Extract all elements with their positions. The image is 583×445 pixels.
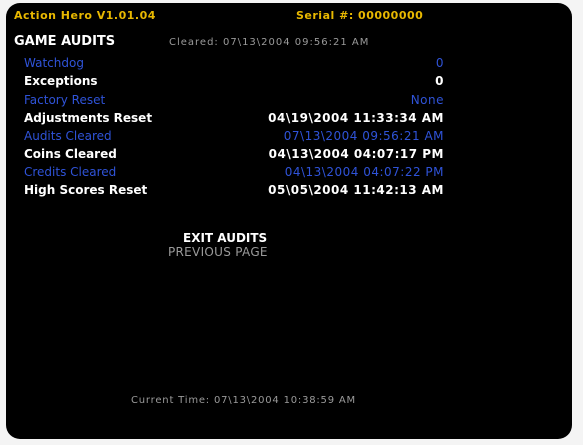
audit-label: Factory Reset: [24, 93, 106, 107]
audit-label: Credits Cleared: [24, 165, 117, 179]
audit-row-adjustments-reset[interactable]: Adjustments Reset 04\19\2004 11:33:34 AM: [24, 111, 444, 130]
audit-label: Watchdog: [24, 56, 84, 70]
audit-label: Exceptions: [24, 74, 98, 88]
audit-row-exceptions[interactable]: Exceptions 0: [24, 74, 444, 93]
audit-row-high-scores-reset[interactable]: High Scores Reset 05\05\2004 11:42:13 AM: [24, 183, 444, 202]
audit-row-credits-cleared[interactable]: Credits Cleared 04\13\2004 04:07:22 PM: [24, 165, 444, 184]
previous-page-menu-item[interactable]: PREVIOUS PAGE: [168, 245, 268, 259]
audit-label: Adjustments Reset: [24, 111, 153, 125]
audit-row-coins-cleared[interactable]: Coins Cleared 04\13\2004 04:07:17 PM: [24, 147, 444, 166]
serial-number: Serial #: 00000000: [296, 9, 424, 22]
audit-value: 04\13\2004 04:07:22 PM: [284, 165, 444, 179]
audit-label: Coins Cleared: [24, 147, 117, 161]
audit-label: Audits Cleared: [24, 129, 112, 143]
page-title: GAME AUDITS: [14, 34, 116, 49]
audits-cleared-timestamp: Cleared: 07\13\2004 09:56:21 AM: [169, 37, 370, 48]
exit-audits-menu-item[interactable]: EXIT AUDITS: [183, 231, 267, 245]
audit-value: 07\13\2004 09:56:21 AM: [283, 129, 444, 143]
audit-row-factory-reset[interactable]: Factory Reset None: [24, 93, 444, 112]
audit-value: 04\19\2004 11:33:34 AM: [268, 111, 444, 125]
audit-value: 05\05\2004 11:42:13 AM: [268, 183, 444, 197]
audit-row-audits-cleared[interactable]: Audits Cleared 07\13\2004 09:56:21 AM: [24, 129, 444, 148]
game-title: Action Hero V1.01.04: [14, 9, 156, 22]
audit-row-watchdog[interactable]: Watchdog 0: [24, 56, 444, 75]
audit-value: 0: [435, 74, 444, 88]
current-time: Current Time: 07\13\2004 10:38:59 AM: [131, 395, 356, 406]
audit-value: None: [410, 93, 444, 107]
audit-value: 0: [435, 56, 444, 70]
audit-label: High Scores Reset: [24, 183, 148, 197]
monitor-screen: Action Hero V1.01.04 Serial #: 00000000 …: [6, 3, 572, 439]
audit-value: 04\13\2004 04:07:17 PM: [268, 147, 444, 161]
